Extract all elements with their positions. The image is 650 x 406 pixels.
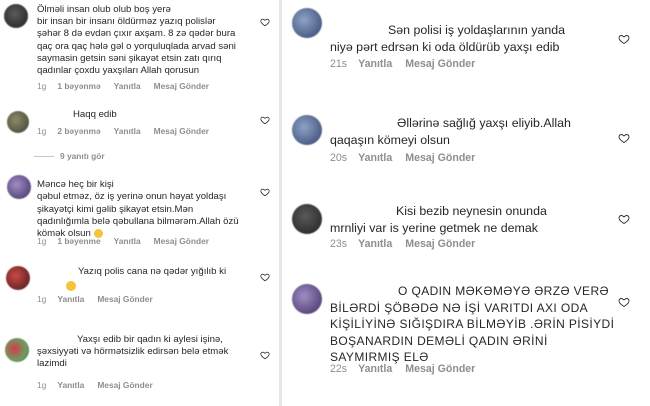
avatar[interactable]: [7, 111, 29, 133]
comment-text: Sən polisi iş yoldaşlarının yanda niyə p…: [330, 23, 566, 54]
comment-meta: 1g 2 bəyənmə Yanıtla Mesaj Gönder: [37, 126, 222, 136]
reply-button[interactable]: Yanıtla: [114, 81, 141, 91]
reply-button[interactable]: Yanıtla: [358, 152, 392, 164]
comment-text: Ölməli insan olub olub boş yerə bir insa…: [37, 4, 236, 77]
avatar[interactable]: [7, 175, 31, 199]
send-message-button[interactable]: Mesaj Gönder: [97, 380, 152, 390]
send-message-button[interactable]: Mesaj Gönder: [405, 152, 475, 164]
comment-item: Yazıq polis cana nə qədər yığılıb ki 1g Y…: [0, 262, 277, 314]
comment-item: Ölməli insan olub olub boş yerə bir insa…: [0, 0, 277, 100]
send-message-button[interactable]: Mesaj Gönder: [97, 294, 152, 304]
like-heart-icon[interactable]: [618, 213, 630, 225]
reply-button[interactable]: Yanıtla: [57, 380, 84, 390]
replies-line: [34, 156, 54, 158]
like-heart-icon[interactable]: [260, 187, 270, 197]
like-heart-icon[interactable]: [260, 350, 270, 360]
like-heart-icon[interactable]: [260, 272, 270, 282]
send-message-button[interactable]: Mesaj Gönder: [154, 81, 209, 91]
send-message-button[interactable]: Mesaj Gönder: [154, 236, 209, 246]
comment-meta: 1g 1 bəyenme Yanıtla Mesaj Gönder: [37, 236, 222, 246]
comment-time: 1g: [37, 81, 47, 91]
view-replies-button[interactable]: 9 yanıtı gör: [34, 151, 105, 161]
left-comments-panel: Ölməli insan olub olub boş yerə bir insa…: [0, 0, 277, 406]
comment-text: Məncə heç bir kişi qəbul etməz, öz iş ye…: [37, 167, 259, 240]
comment-time: 1g: [37, 380, 47, 390]
avatar[interactable]: [5, 338, 29, 362]
avatar[interactable]: [292, 8, 322, 38]
comment-item: Haqq edib 1g 2 bəyənmə Yanıtla Mesaj Gönder…: [0, 103, 277, 163]
comment-meta: 1g 1 bəyənmə Yanıtla Mesaj Gönder: [37, 81, 222, 91]
avatar[interactable]: [292, 115, 322, 145]
view-replies-label: 9 yanıtı gör: [60, 151, 105, 161]
likes-count[interactable]: 1 bəyənmə: [57, 81, 100, 91]
like-heart-icon[interactable]: [260, 17, 270, 27]
send-message-button[interactable]: Mesaj Gönder: [405, 238, 475, 250]
reply-button[interactable]: Yanıtla: [358, 238, 392, 250]
right-comments-panel: Sən polisi iş yoldaşlarının yanda niyə p…: [284, 0, 650, 406]
astonished-emoji-icon: [66, 281, 76, 291]
comment-time: 1g: [37, 294, 47, 304]
comment-text-body: Məncə heç bir kişi qəbul etməz, öz iş ye…: [37, 179, 239, 240]
reply-button[interactable]: Yanıtla: [358, 363, 392, 375]
comment-time: 23s: [330, 238, 348, 250]
avatar[interactable]: [6, 266, 30, 290]
comment-item: Məncə heç bir kişi qəbul etməz, öz iş ye…: [0, 165, 277, 253]
avatar[interactable]: [292, 204, 322, 234]
comment-text: Haqq edib: [73, 109, 117, 120]
reply-button[interactable]: Yanıtla: [57, 294, 84, 304]
comment-time: 1g: [37, 236, 47, 246]
comment-meta: 22s Yanıtla Mesaj Gönder: [330, 363, 488, 375]
like-heart-icon[interactable]: [260, 115, 270, 125]
comment-time: 20s: [330, 152, 348, 164]
comment-item: Yaxşı edib bir qadın ki aylesi işinə, şə…: [0, 330, 277, 406]
comment-text: Yazıq polis cana nə qədər yığılıb ki: [78, 266, 227, 277]
like-heart-icon[interactable]: [618, 132, 630, 144]
comment-time: 21s: [330, 58, 348, 70]
send-message-button[interactable]: Mesaj Gönder: [405, 58, 475, 70]
comment-text: Əllərinə sağlığ yaxşı eliyib.Allah qaqaş…: [330, 116, 571, 147]
comment-text: O QADIN MƏKƏMƏYƏ ƏRZƏ VERƏ BİLƏRDİ ŞÖBƏD…: [330, 284, 615, 364]
likes-count[interactable]: 2 bəyənmə: [57, 126, 100, 136]
send-message-button[interactable]: Mesaj Gönder: [405, 363, 475, 375]
comment-item: Əllərinə sağlığ yaxşı eliyib.Allah qaqaş…: [284, 100, 650, 175]
comment-text: Kisi bezib neynesin onunda mrnliyi var i…: [330, 204, 547, 235]
reply-button[interactable]: Yanıtla: [114, 236, 141, 246]
comment-time: 1g: [37, 126, 47, 136]
like-heart-icon[interactable]: [618, 33, 630, 45]
avatar[interactable]: [4, 4, 28, 28]
panel-divider: [279, 0, 282, 406]
comment-meta: 23s Yanıtla Mesaj Gönder: [330, 238, 488, 250]
comment-time: 22s: [330, 363, 348, 375]
comment-meta: 1g Yanıtla Mesaj Gönder: [37, 294, 166, 304]
comment-item: Sən polisi iş yoldaşlarının yanda niyə p…: [284, 0, 650, 80]
comment-text: Yaxşı edib bir qadın ki aylesi işinə, şə…: [37, 334, 229, 370]
avatar[interactable]: [292, 284, 322, 314]
comment-meta: 1g Yanıtla Mesaj Gönder: [37, 380, 166, 390]
send-message-button[interactable]: Mesaj Gönder: [154, 126, 209, 136]
comment-meta: 21s Yanıtla Mesaj Gönder: [330, 58, 488, 70]
reply-button[interactable]: Yanıtla: [358, 58, 392, 70]
like-heart-icon[interactable]: [618, 296, 630, 308]
comment-item: Kisi bezib neynesin onunda mrnliyi var i…: [284, 192, 650, 262]
comment-meta: 20s Yanıtla Mesaj Gönder: [330, 152, 488, 164]
comment-item: O QADIN MƏKƏMƏYƏ ƏRZƏ VERƏ BİLƏRDİ ŞÖBƏD…: [284, 272, 650, 406]
likes-count[interactable]: 1 bəyenme: [57, 236, 100, 246]
reply-button[interactable]: Yanıtla: [114, 126, 141, 136]
